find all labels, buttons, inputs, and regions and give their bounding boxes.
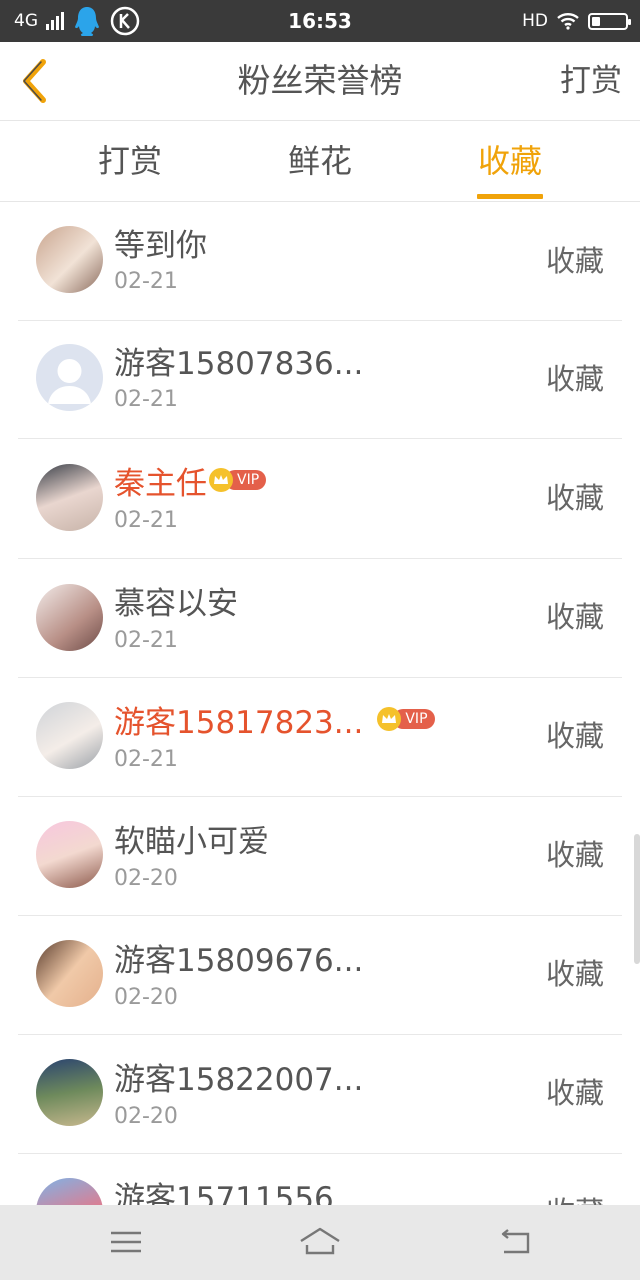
menu-icon xyxy=(111,1231,141,1253)
tab-reward[interactable]: 打赏 xyxy=(50,121,210,201)
name-line: 秦主任 VIP xyxy=(114,458,267,502)
fan-name: 软瞄小可爱 xyxy=(114,823,269,860)
fan-name: 慕容以安 xyxy=(114,585,238,622)
name-line: 游客15711556... xyxy=(114,1173,364,1206)
vip-badge: VIP xyxy=(209,468,267,492)
battery-icon xyxy=(588,12,631,30)
fan-name: 游客15809676... xyxy=(114,942,364,979)
name-line: 慕容以安 xyxy=(114,578,238,622)
status-right: HD xyxy=(522,0,631,42)
back-icon xyxy=(501,1229,530,1254)
fan-name: 游客15822007... xyxy=(114,1061,364,1098)
fan-action-label: 收藏 xyxy=(545,1076,604,1110)
fan-action-label: 收藏 xyxy=(545,838,604,872)
scrollbar-thumb[interactable] xyxy=(634,834,640,964)
list-item[interactable]: 等到你 02-21 收藏 xyxy=(18,202,622,321)
vip-badge: VIP xyxy=(377,707,435,731)
wifi-icon xyxy=(557,13,579,30)
list-item[interactable]: 游客15809676... 02-20 收藏 xyxy=(18,915,622,1035)
avatar xyxy=(36,226,103,293)
list-item[interactable]: 游客15807836... 02-21 收藏 xyxy=(18,320,622,439)
home-icon xyxy=(300,1227,340,1255)
fan-list: 等到你 02-21 收藏 游客15807836... 02-21 收藏 秦主任 … xyxy=(0,202,640,1205)
fan-date: 02-21 xyxy=(114,508,178,533)
fan-date: 02-20 xyxy=(114,866,178,891)
avatar xyxy=(36,1059,103,1126)
avatar xyxy=(36,940,103,1007)
list-item[interactable]: 游客15817823... VIP 02-21 收藏 xyxy=(18,677,622,797)
fan-action-label: 收藏 xyxy=(545,719,604,753)
avatar xyxy=(36,464,103,531)
fan-name: 游客15711556... xyxy=(114,1180,364,1206)
fan-name: 游客15817823... xyxy=(114,704,364,741)
crown-icon xyxy=(209,468,233,492)
name-line: 游客15822007... xyxy=(114,1054,363,1098)
list-item[interactable]: 秦主任 VIP 02-21 收藏 xyxy=(18,438,622,559)
menu-button[interactable] xyxy=(106,1225,146,1259)
fan-date: 02-20 xyxy=(114,985,178,1010)
name-line: 等到你 xyxy=(114,220,207,264)
avatar xyxy=(36,1178,103,1205)
avatar xyxy=(36,584,103,651)
fan-action-label: 收藏 xyxy=(545,362,604,396)
list-item[interactable]: 游客15822007... 02-20 收藏 xyxy=(18,1034,622,1154)
active-tab-indicator xyxy=(477,194,543,199)
reward-button[interactable]: 打赏 xyxy=(560,42,622,120)
name-line: 游客15807836... xyxy=(114,338,363,382)
fan-action-label: 收藏 xyxy=(545,957,604,991)
default-avatar-icon xyxy=(48,359,91,404)
tab-flowers[interactable]: 鲜花 xyxy=(240,121,400,201)
fan-action-label: 收藏 xyxy=(545,244,604,278)
fan-date: 02-21 xyxy=(114,747,178,772)
avatar xyxy=(36,702,103,769)
page-title: 粉丝荣誉榜 xyxy=(237,61,403,100)
tab-favorites[interactable]: 收藏 xyxy=(430,121,590,201)
list-item[interactable]: 游客15711556... 收藏 xyxy=(18,1153,622,1205)
hd-label: HD xyxy=(522,11,548,31)
avatar xyxy=(36,821,103,888)
fan-action-label: 收藏 xyxy=(545,600,604,634)
home-button[interactable] xyxy=(298,1225,342,1259)
name-line: 软瞄小可爱 xyxy=(114,816,269,860)
fan-date: 02-21 xyxy=(114,269,178,294)
fan-date: 02-21 xyxy=(114,628,178,653)
list-item[interactable]: 慕容以安 02-21 收藏 xyxy=(18,558,622,678)
fan-name: 游客15807836... xyxy=(114,345,364,382)
fan-name: 等到你 xyxy=(114,227,207,264)
fan-date: 02-21 xyxy=(114,387,178,412)
back-nav-button[interactable] xyxy=(496,1225,536,1259)
fan-name: 秦主任 xyxy=(114,465,207,502)
fan-date: 02-20 xyxy=(114,1104,178,1129)
name-line: 游客15817823... VIP xyxy=(114,697,435,741)
fan-action-label: 收藏 xyxy=(545,481,604,515)
fan-action-label: 收藏 xyxy=(546,1153,604,1205)
avatar xyxy=(36,344,103,411)
list-item[interactable]: 软瞄小可爱 02-20 收藏 xyxy=(18,796,622,916)
status-bar: 4G 16:53 HD xyxy=(0,0,640,42)
name-line: 游客15809676... xyxy=(114,935,363,979)
tab-bar: 打赏 鲜花 收藏 xyxy=(0,121,640,202)
nav-bar: 粉丝荣誉榜 打赏 xyxy=(0,42,640,121)
system-nav-bar xyxy=(0,1205,640,1280)
